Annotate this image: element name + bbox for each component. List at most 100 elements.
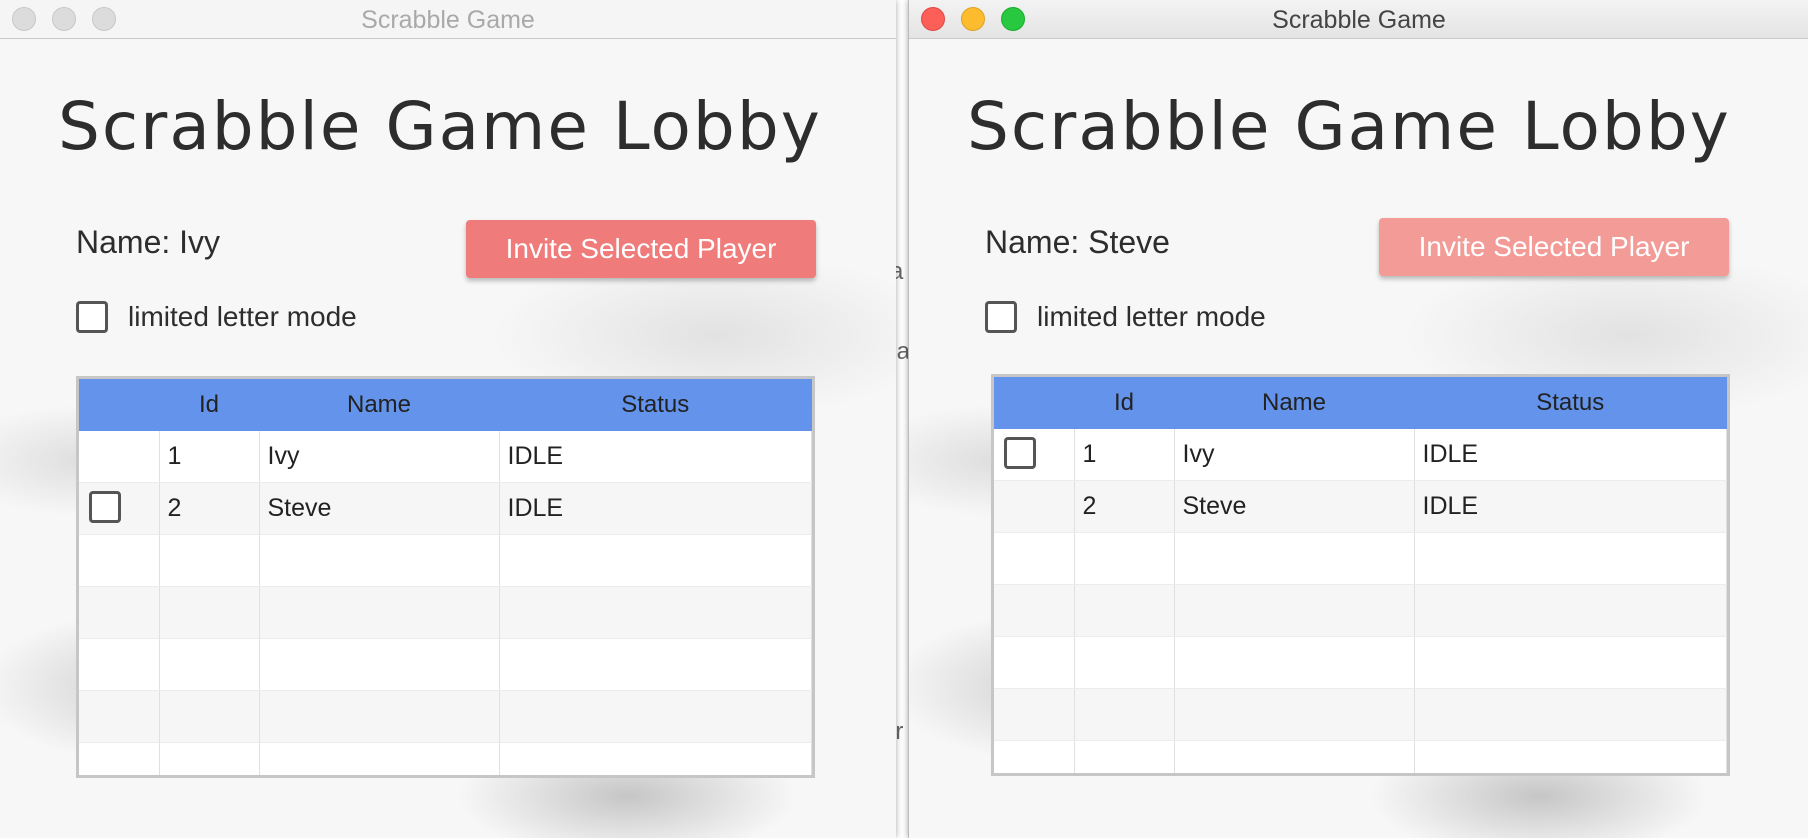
player-id-cell: 1: [1074, 429, 1175, 481]
player-name-label: Name: Ivy: [76, 224, 221, 260]
player-status-cell: IDLE: [1414, 480, 1727, 533]
empty-cell: [159, 534, 260, 587]
row-select-cell: [994, 429, 1075, 481]
table-row[interactable]: 1 Ivy IDLE: [994, 429, 1727, 481]
empty-cell: [1174, 740, 1415, 773]
players-table: Id Name Status 1 Ivy IDLE 2 Steve IDLE: [991, 374, 1730, 776]
limited-letter-mode-label: limited letter mode: [1037, 301, 1266, 332]
lobby-window-steve: Scrabble Game Scrabble Game Lobby Name: …: [908, 0, 1808, 838]
empty-cell: [1414, 688, 1727, 741]
empty-cell: [1074, 688, 1175, 741]
table-header-row: Id Name Status: [79, 379, 812, 431]
table-row[interactable]: 1 Ivy IDLE: [79, 431, 812, 483]
invite-selected-player-button[interactable]: Invite Selected Player: [466, 220, 816, 278]
column-header-id[interactable]: Id: [159, 379, 259, 431]
row-select-cell: [994, 480, 1075, 533]
empty-cell: [79, 586, 160, 639]
column-header-select[interactable]: [79, 379, 159, 431]
column-header-select[interactable]: [994, 377, 1074, 429]
empty-cell: [259, 742, 500, 775]
empty-cell: [79, 638, 160, 691]
limited-letter-mode-checkbox[interactable]: [985, 301, 1017, 333]
lobby-window-ivy: Scrabble Game Scrabble Game Lobby Name: …: [0, 0, 896, 838]
select-player-checkbox[interactable]: [1004, 437, 1036, 469]
empty-cell: [1174, 688, 1415, 741]
empty-cell: [79, 690, 160, 743]
empty-cell: [1074, 740, 1175, 773]
table-row: [79, 638, 812, 691]
empty-cell: [159, 690, 260, 743]
empty-cell: [79, 742, 160, 775]
empty-cell: [1074, 584, 1175, 637]
table-row: [994, 584, 1727, 637]
empty-cell: [1414, 740, 1727, 773]
limited-letter-mode-option[interactable]: limited letter mode: [985, 301, 1266, 333]
player-name-cell: Steve: [259, 482, 500, 535]
table-row: [994, 688, 1727, 741]
window-titlebar[interactable]: Scrabble Game: [909, 0, 1808, 39]
player-id-cell: 2: [1074, 480, 1175, 533]
empty-cell: [1414, 636, 1727, 689]
table-row: [79, 586, 812, 639]
empty-cell: [1414, 532, 1727, 585]
select-player-checkbox[interactable]: [89, 491, 121, 523]
invite-selected-player-button[interactable]: Invite Selected Player: [1379, 218, 1729, 276]
row-select-cell: [79, 482, 160, 535]
window-title: Scrabble Game: [1272, 6, 1446, 34]
table-row: [994, 740, 1727, 773]
empty-cell: [259, 690, 500, 743]
empty-cell: [499, 586, 812, 639]
column-header-id[interactable]: Id: [1074, 377, 1174, 429]
player-id-cell: 2: [159, 482, 260, 535]
row-select-cell: [79, 431, 160, 483]
page-title: Scrabble Game Lobby: [967, 88, 1731, 165]
empty-cell: [499, 638, 812, 691]
player-status-cell: IDLE: [499, 482, 812, 535]
player-id-cell: 1: [159, 431, 260, 483]
empty-cell: [159, 638, 260, 691]
empty-cell: [994, 740, 1075, 773]
table-row: [79, 534, 812, 587]
empty-cell: [994, 688, 1075, 741]
empty-cell: [1174, 584, 1415, 637]
limited-letter-mode-checkbox[interactable]: [76, 301, 108, 333]
limited-letter-mode-option[interactable]: limited letter mode: [76, 301, 357, 333]
column-header-name[interactable]: Name: [1174, 377, 1414, 429]
empty-cell: [259, 586, 500, 639]
empty-cell: [1414, 584, 1727, 637]
empty-cell: [159, 742, 260, 775]
window-title: Scrabble Game: [361, 6, 535, 34]
empty-cell: [1174, 532, 1415, 585]
player-status-cell: IDLE: [1414, 429, 1727, 481]
empty-cell: [1074, 636, 1175, 689]
column-header-status[interactable]: Status: [499, 379, 812, 431]
table-row: [994, 532, 1727, 585]
player-name-cell: Ivy: [259, 431, 500, 483]
table-row: [994, 636, 1727, 689]
player-name-label: Name: Steve: [985, 224, 1170, 260]
column-header-name[interactable]: Name: [259, 379, 499, 431]
empty-cell: [1174, 636, 1415, 689]
empty-cell: [159, 586, 260, 639]
empty-cell: [1074, 532, 1175, 585]
players-table: Id Name Status 1 Ivy IDLE 2 Steve IDLE: [76, 376, 815, 778]
player-name-cell: Steve: [1174, 480, 1415, 533]
empty-cell: [994, 532, 1075, 585]
player-status-cell: IDLE: [499, 431, 812, 483]
empty-cell: [994, 636, 1075, 689]
table-row: [79, 742, 812, 775]
table-row: [79, 690, 812, 743]
player-name-cell: Ivy: [1174, 429, 1415, 481]
empty-cell: [259, 534, 500, 587]
empty-cell: [259, 638, 500, 691]
empty-cell: [499, 534, 812, 587]
empty-cell: [994, 584, 1075, 637]
window-titlebar[interactable]: Scrabble Game: [0, 0, 896, 39]
column-header-status[interactable]: Status: [1414, 377, 1727, 429]
table-row[interactable]: 2 Steve IDLE: [994, 480, 1727, 533]
table-row[interactable]: 2 Steve IDLE: [79, 482, 812, 535]
table-header-row: Id Name Status: [994, 377, 1727, 429]
empty-cell: [499, 742, 812, 775]
page-title: Scrabble Game Lobby: [58, 88, 822, 165]
empty-cell: [499, 690, 812, 743]
